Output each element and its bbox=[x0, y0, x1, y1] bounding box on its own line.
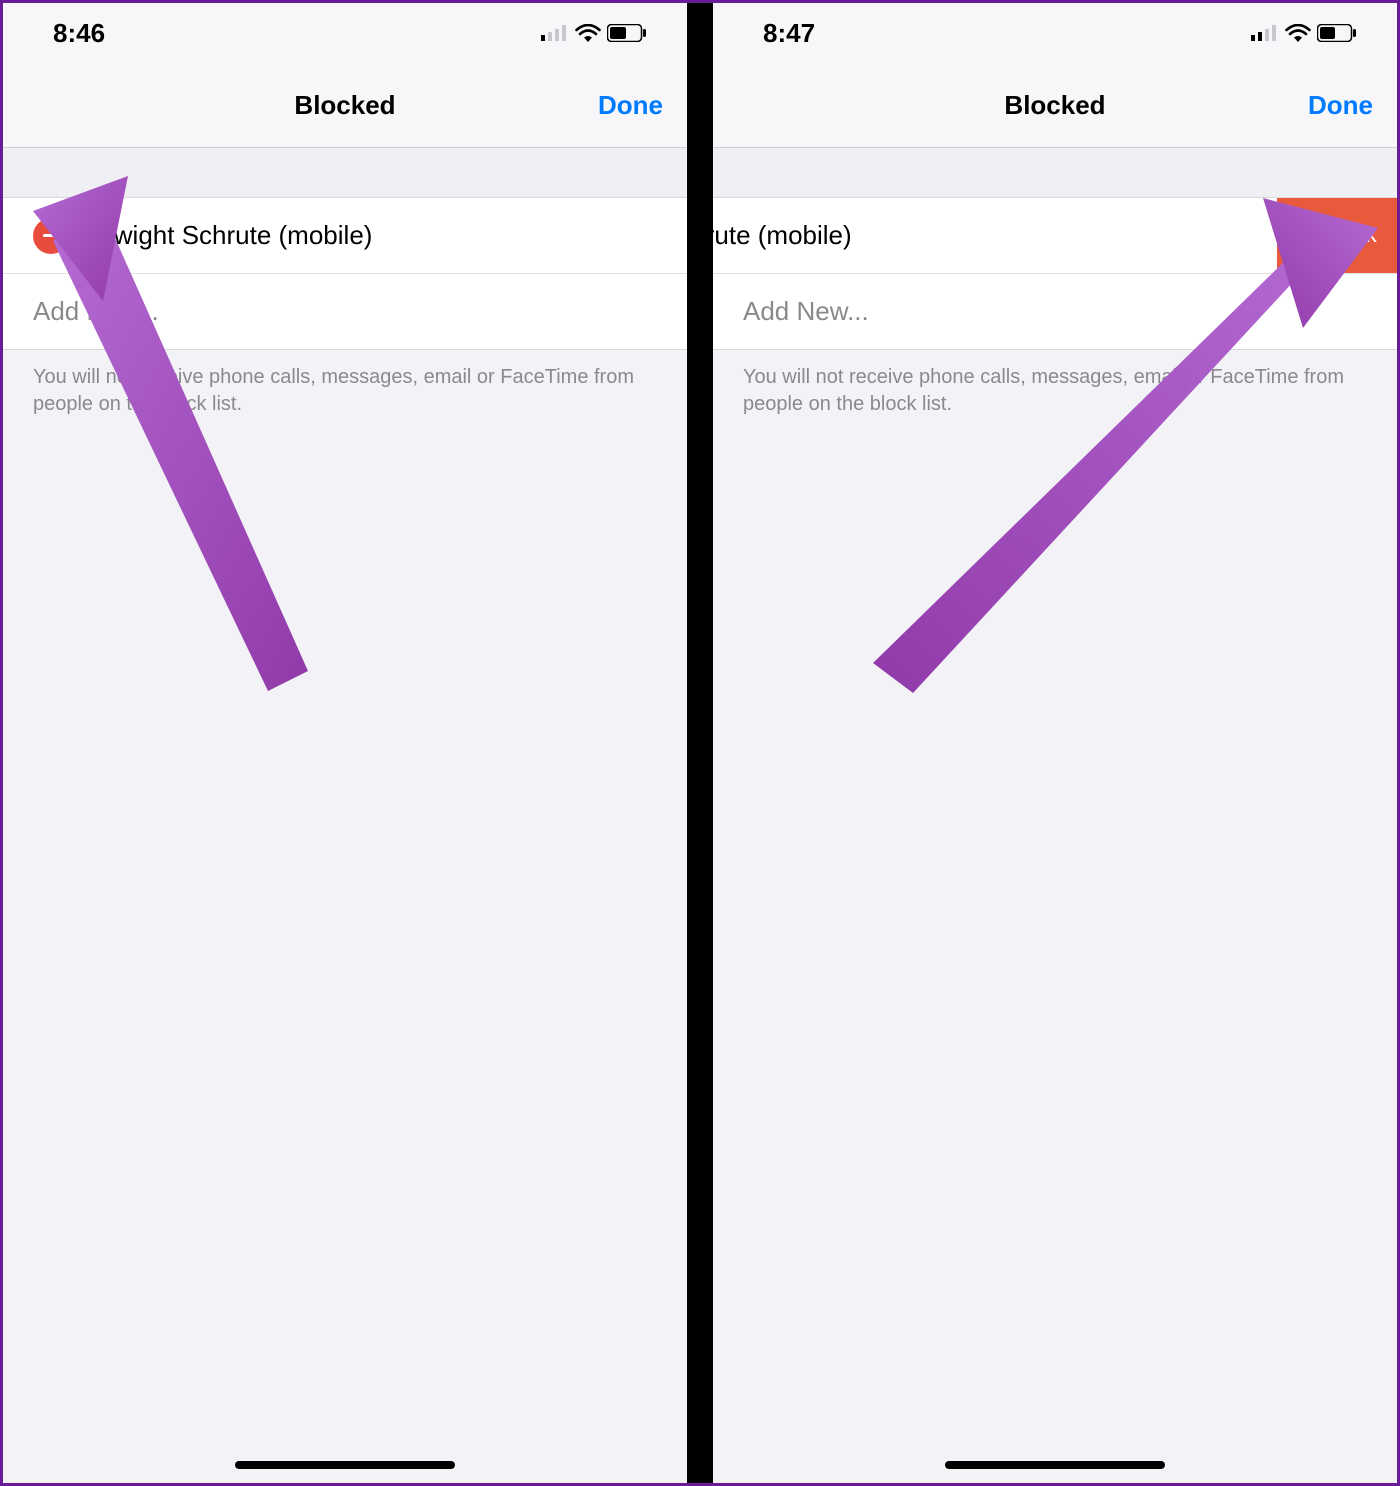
add-new-label: Add New... bbox=[33, 296, 159, 327]
phone-left: 8:46 Blocked Done Dwight Schrute (mobile… bbox=[3, 3, 687, 1483]
image-divider bbox=[687, 3, 713, 1483]
done-button[interactable]: Done bbox=[598, 90, 663, 121]
contact-name: Dwight Schrute (mobile) bbox=[95, 220, 372, 251]
cellular-icon bbox=[541, 25, 569, 41]
nav-header: Blocked Done bbox=[713, 63, 1397, 148]
unblock-button[interactable]: Unblock bbox=[1277, 198, 1397, 273]
delete-minus-icon[interactable] bbox=[33, 218, 69, 254]
footnote-text: You will not receive phone calls, messag… bbox=[3, 350, 687, 418]
battery-icon bbox=[607, 24, 647, 42]
phone-right: 8:47 Blocked Done wight Schrute (mobile)… bbox=[713, 3, 1397, 1483]
section-spacer bbox=[713, 148, 1397, 198]
blocked-contact-row[interactable]: Dwight Schrute (mobile) bbox=[3, 198, 687, 274]
nav-header: Blocked Done bbox=[3, 63, 687, 148]
blocked-contact-row[interactable]: wight Schrute (mobile) Unblock bbox=[713, 198, 1397, 274]
status-time: 8:46 bbox=[53, 18, 105, 49]
page-title: Blocked bbox=[1004, 90, 1105, 121]
section-spacer bbox=[3, 148, 687, 198]
home-indicator bbox=[235, 1461, 455, 1469]
add-new-row[interactable]: Add New... bbox=[3, 274, 687, 350]
wifi-icon bbox=[1285, 24, 1311, 42]
done-button[interactable]: Done bbox=[1308, 90, 1373, 121]
add-new-row[interactable]: Add New... bbox=[713, 274, 1397, 350]
wifi-icon bbox=[575, 24, 601, 42]
status-icons bbox=[1251, 24, 1357, 42]
footnote-text: You will not receive phone calls, messag… bbox=[713, 350, 1397, 418]
battery-icon bbox=[1317, 24, 1357, 42]
status-bar: 8:46 bbox=[3, 3, 687, 63]
page-title: Blocked bbox=[294, 90, 395, 121]
status-icons bbox=[541, 24, 647, 42]
contact-name: wight Schrute (mobile) bbox=[713, 220, 852, 251]
home-indicator bbox=[945, 1461, 1165, 1469]
unblock-label: Unblock bbox=[1297, 222, 1376, 248]
cellular-icon bbox=[1251, 25, 1279, 41]
status-bar: 8:47 bbox=[713, 3, 1397, 63]
add-new-label: Add New... bbox=[743, 296, 869, 327]
status-time: 8:47 bbox=[763, 18, 815, 49]
